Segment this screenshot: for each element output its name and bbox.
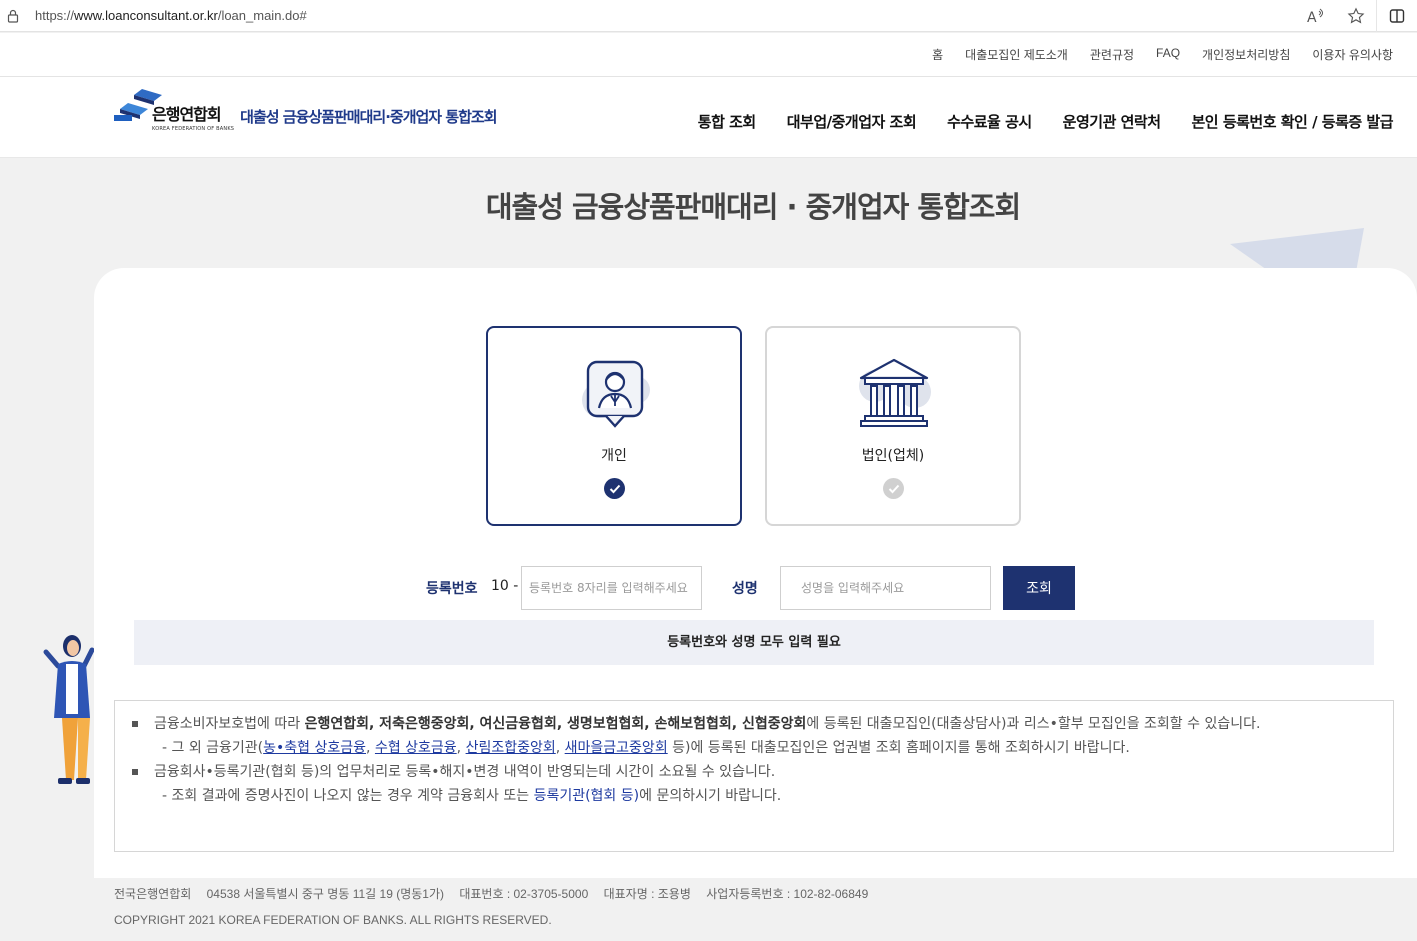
site-logo[interactable]: 은행연합회 KOREA FEDERATION OF BANKS 대출성 금융상품… <box>114 87 498 133</box>
favorite-star-icon[interactable] <box>1336 0 1376 32</box>
option-corporation-label: 법인(업체) <box>861 448 925 464</box>
person-icon <box>572 356 658 436</box>
footer-address: 04538 서울특별시 중구 명동 11길 19 (명동1가) <box>206 887 444 901</box>
footer-ceo: 대표자명 : 조용병 <box>603 887 691 901</box>
browser-address-bar: https://www.loanconsultant.or.kr/loan_ma… <box>0 0 1417 32</box>
url-host: www.loanconsultant.or.kr <box>74 8 218 23</box>
info-text: 에 문의하시기 바랍니다. <box>639 788 782 804</box>
url-scheme: https:// <box>35 8 75 23</box>
option-corporation[interactable]: 법인(업체) <box>765 326 1021 526</box>
page-title: 대출성 금융상품판매대리 · 중개업자 통합조회 <box>485 190 1021 224</box>
info-text: - 조회 결과에 증명사진이 나오지 않는 경우 계약 금융회사 또는 <box>162 788 534 804</box>
registration-number-label: 등록번호 <box>426 581 478 597</box>
option-individual[interactable]: 개인 <box>486 326 742 526</box>
util-home-link[interactable]: 홈 <box>932 46 943 63</box>
search-form: 등록번호 10 - 성명 조회 <box>94 566 1417 610</box>
footer-phone: 대표번호 : 02-3705-5000 <box>459 887 589 901</box>
info-box: 금융소비자보호법에 따라 은행연합회, 저축은행중앙회, 여신금융협회, 생명보… <box>114 700 1394 852</box>
name-input[interactable] <box>780 566 991 610</box>
nav-integrated-search[interactable]: 통합 조회 <box>698 111 756 132</box>
nav-agency-contacts[interactable]: 운영기관 연락처 <box>1063 111 1161 132</box>
info-text: - 그 외 금융기관( <box>162 740 264 756</box>
kfb-logo-icon <box>114 87 166 133</box>
registration-prefix: 10 - <box>491 578 519 594</box>
read-aloud-icon[interactable]: A <box>1296 0 1336 32</box>
search-card: 개인 법인(업체) 등록번호 10 - 등록번호 8자리를 입력해주세요 성명 … <box>94 268 1417 878</box>
util-privacy-link[interactable]: 개인정보처리방침 <box>1202 46 1290 63</box>
util-system-intro-link[interactable]: 대출모집인 제도소개 <box>965 46 1068 63</box>
info-text: 금융소비자보호법에 따라 <box>154 716 305 732</box>
url-path: /loan_main.do# <box>217 8 307 23</box>
info-associations: 은행연합회, 저축은행중앙회, 여신금융협회, 생명보험협회, 손해보험협회, … <box>304 716 807 732</box>
info-item: 금융소비자보호법에 따라 은행연합회, 저축은행중앙회, 여신금융협회, 생명보… <box>132 712 1375 736</box>
info-sub-item: - 조회 결과에 증명사진이 나오지 않는 경우 계약 금융회사 또는 등록기관… <box>132 784 1375 808</box>
link-registration-agency[interactable]: 등록기관(협회 등) <box>534 788 640 804</box>
footer-copyright: COPYRIGHT 2021 KOREA FEDERATION OF BANKS… <box>114 913 552 927</box>
info-sub-item: - 그 외 금융기관(농•축협 상호금융, 수협 상호금융, 산림조합중앙회, … <box>162 740 1130 756</box>
check-icon <box>604 478 625 499</box>
lock-icon[interactable] <box>6 9 20 23</box>
info-text: 에 등록된 대출모집인(대출상담사)과 리스•할부 모집인을 조회할 수 있습니… <box>806 716 1261 732</box>
search-button[interactable]: 조회 <box>1003 566 1075 610</box>
input-required-notice: 등록번호와 성명 모두 입력 필요 <box>134 620 1374 665</box>
logo-subtitle: 대출성 금융상품판매대리·중개업자 통합조회 <box>240 107 497 126</box>
nav-fee-disclosure[interactable]: 수수료율 공시 <box>947 111 1032 132</box>
link-forestry[interactable]: 산림조합중앙회 <box>466 740 556 756</box>
svg-text:A: A <box>1307 10 1317 24</box>
url-field[interactable]: https://www.loanconsultant.or.kr/loan_ma… <box>35 8 307 23</box>
link-saemaeul[interactable]: 새마을금고중앙회 <box>565 740 668 756</box>
option-individual-label: 개인 <box>601 448 627 464</box>
link-suhyup[interactable]: 수협 상호금융 <box>375 740 457 756</box>
main-nav: 통합 조회 대부업/중개업자 조회 수수료율 공시 운영기관 연락처 본인 등록… <box>667 111 1394 132</box>
link-nonghyup[interactable]: 농•축협 상호금융 <box>263 740 366 756</box>
info-text: 등)에 등록된 대출모집인은 업권별 조회 홈페이지를 통해 조회하시기 바랍니… <box>667 740 1130 756</box>
site-footer: 전국은행연합회 04538 서울특별시 중구 명동 11길 19 (명동1가) … <box>0 878 1417 941</box>
check-icon <box>883 478 904 499</box>
util-faq-link[interactable]: FAQ <box>1156 46 1180 63</box>
util-user-notice-link[interactable]: 이용자 유의사항 <box>1312 46 1393 63</box>
cheering-person-illustration <box>40 632 100 796</box>
nav-my-registration[interactable]: 본인 등록번호 확인 / 등록증 발급 <box>1192 111 1394 132</box>
utility-nav: 홈 대출모집인 제도소개 관련규정 FAQ 개인정보처리방침 이용자 유의사항 <box>0 33 1417 77</box>
util-regulations-link[interactable]: 관련규정 <box>1090 46 1134 63</box>
nav-lender-broker-search[interactable]: 대부업/중개업자 조회 <box>787 111 917 132</box>
site-header: 은행연합회 KOREA FEDERATION OF BANKS 대출성 금융상품… <box>0 77 1417 158</box>
name-label: 성명 <box>732 581 758 597</box>
info-item: 금융회사•등록기관(협회 등)의 업무처리로 등록•해지•변경 내역이 반영되는… <box>132 760 1375 784</box>
footer-business-number: 사업자등록번호 : 102-82-06849 <box>706 887 869 901</box>
registration-number-input[interactable] <box>521 566 702 610</box>
footer-org: 전국은행연합회 <box>114 887 192 901</box>
split-screen-icon[interactable] <box>1377 0 1417 32</box>
building-icon <box>851 356 937 436</box>
info-text: 금융회사•등록기관(협회 등)의 업무처리로 등록•해지•변경 내역이 반영되는… <box>154 764 776 780</box>
